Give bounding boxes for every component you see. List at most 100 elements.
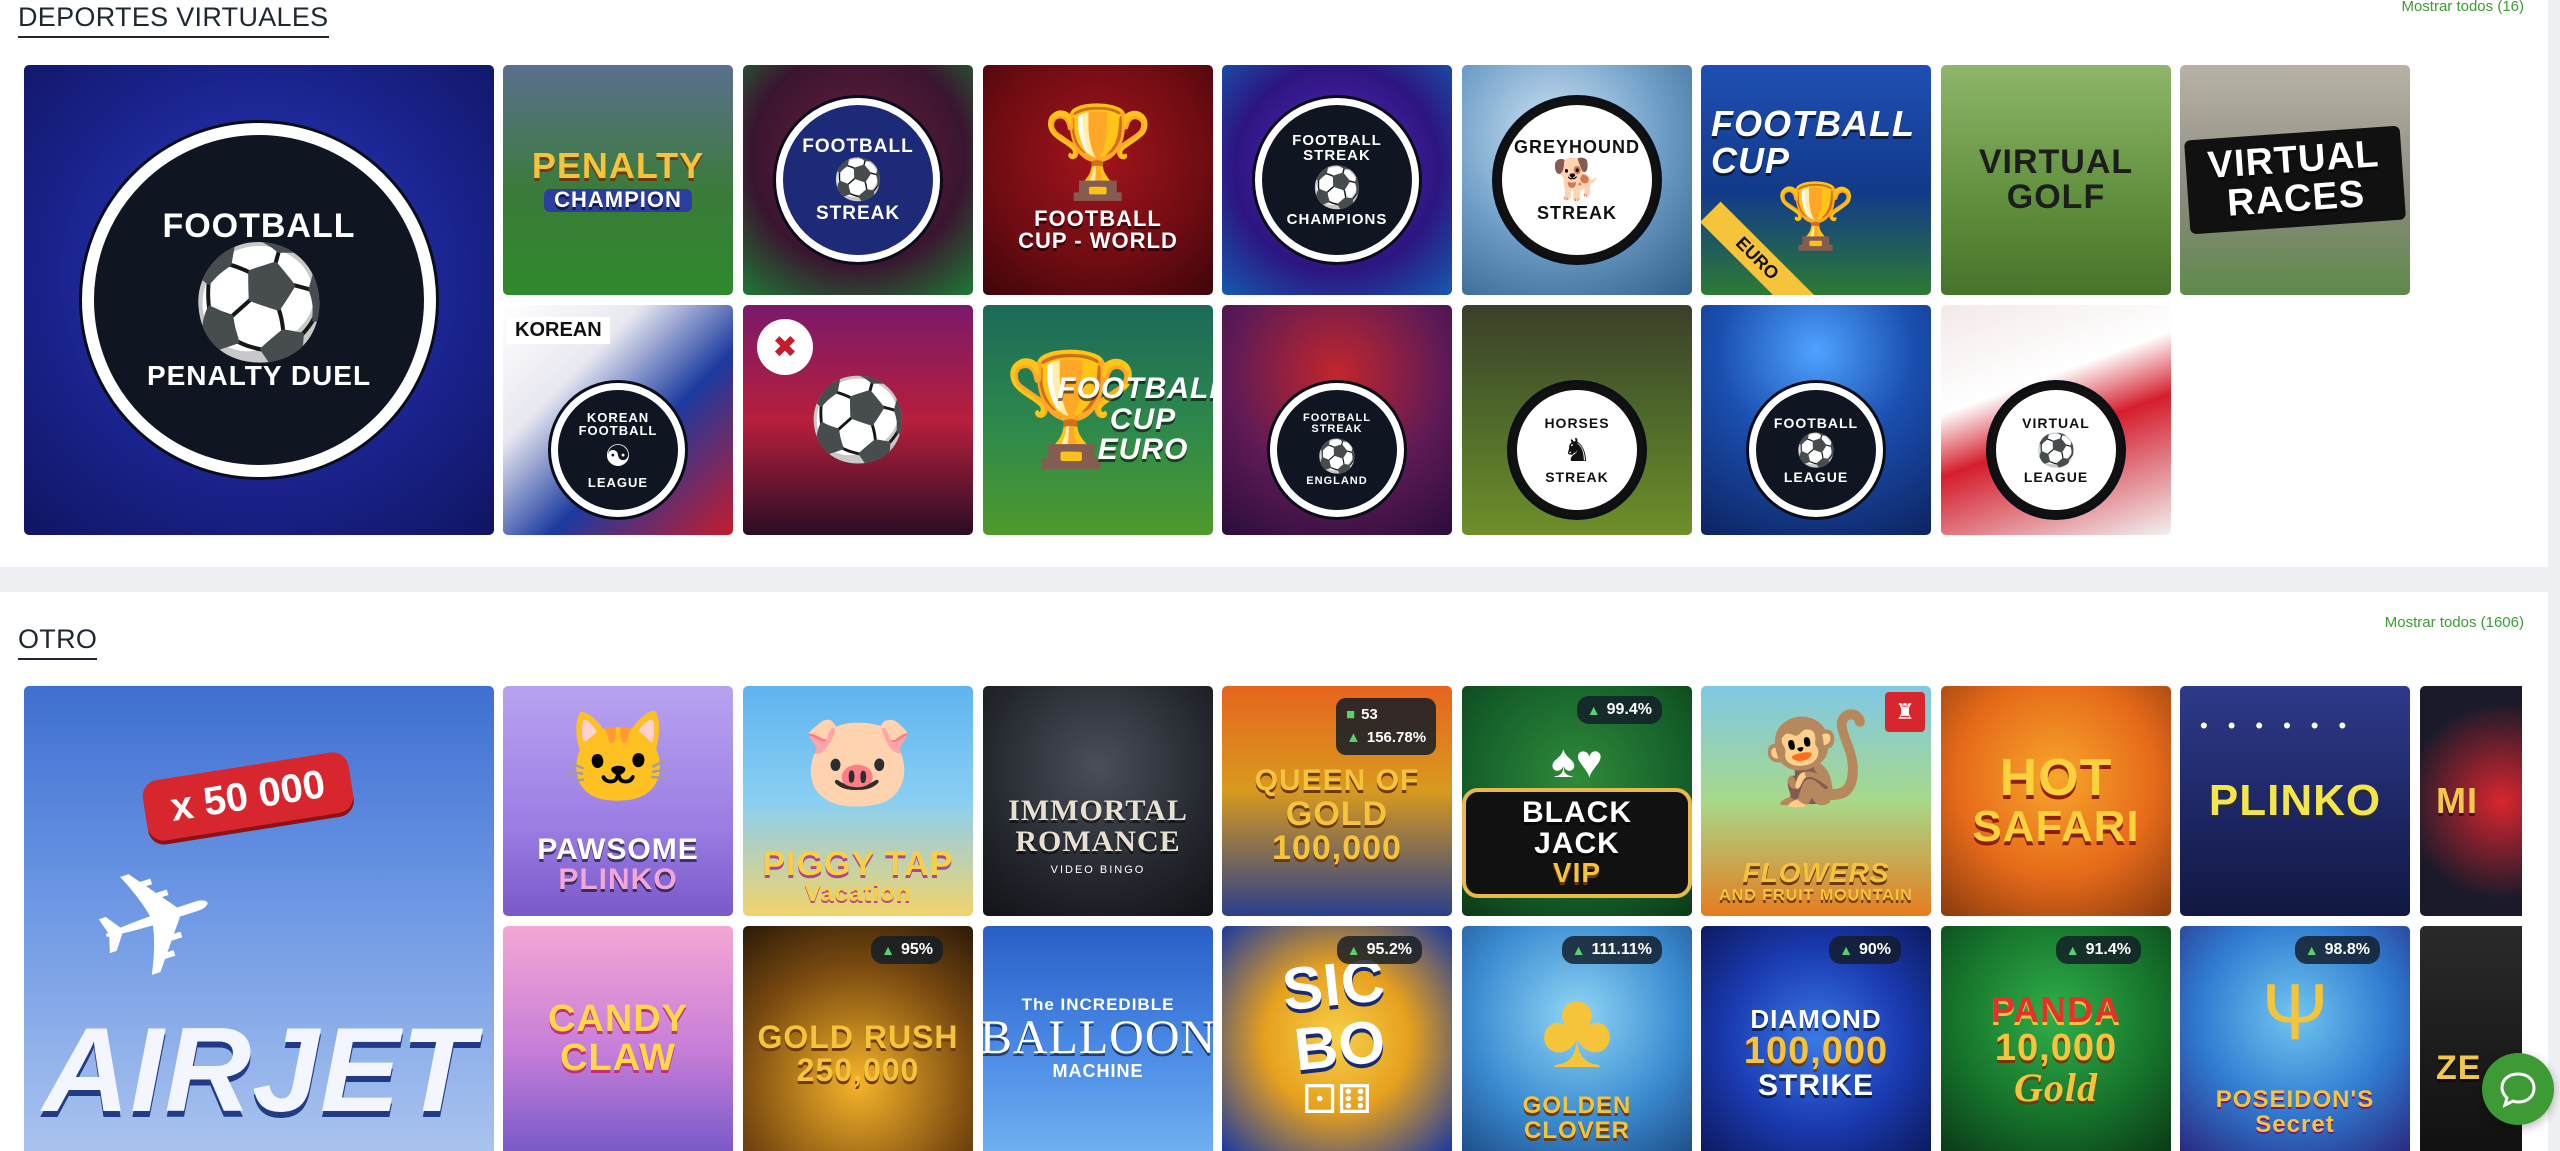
game-tile-korean-football-league[interactable]: KOREAN KOREAN FOOTBALL ☯ LEAGUE xyxy=(503,305,733,535)
players-icon: ■ xyxy=(1346,706,1356,723)
game-subtitle: STREAK xyxy=(1536,203,1617,223)
game-subtitle: VIP xyxy=(1552,857,1602,889)
soccer-ball-icon: ⚽ xyxy=(833,158,883,202)
game-logo: VIRTUAL RACES xyxy=(2184,125,2406,235)
game-subtitle: Secret xyxy=(2255,1110,2335,1138)
game-tile-incredible-balloon-machine[interactable]: The INCREDIBLE BALLOON MACHINE xyxy=(983,926,1213,1151)
game-title: FOOTBALL STREAK xyxy=(1303,412,1371,436)
game-tile-mi-partial[interactable]: MI xyxy=(2420,686,2522,916)
game-title: FOOTBALL xyxy=(1034,205,1162,231)
pig-icon: 🐷 xyxy=(801,711,915,811)
game-title: PENALTY xyxy=(531,145,705,187)
game-logo: KOREAN FOOTBALL ☯ LEAGUE xyxy=(551,383,685,517)
game-tile-greyhound-streak[interactable]: GREYHOUND 🐕 STREAK xyxy=(1462,65,1692,295)
game-tile-gold-rush[interactable]: ▲ 95% GOLD RUSH 250,000 xyxy=(743,926,973,1151)
game-subtitle: STREAK xyxy=(1545,469,1609,485)
game-subtitle: 250,000 xyxy=(796,1051,920,1088)
rtp-badge: ▲ 90% xyxy=(1829,936,1901,964)
game-tile-football-cup-euro-1[interactable]: FOOTBALL CUP 🏆 EURO xyxy=(1701,65,1931,295)
rtp-badge: ▲ 98.8% xyxy=(2294,936,2380,964)
game-tile-sic-bo[interactable]: ▲ 95.2% SIC BO ⚀⚅ xyxy=(1222,926,1452,1151)
rtp-arrow-icon: ▲ xyxy=(2065,942,2080,958)
game-title: DIAMOND xyxy=(1750,1003,1882,1034)
game-tile-queen-of-gold[interactable]: ■ 53 ▲ 156.78% QUEEN OF GOLD 100,000 xyxy=(1222,686,1452,916)
game-tile-poseidons-secret[interactable]: ▲ 98.8% Ψ POSEIDON'S Secret xyxy=(2180,926,2410,1151)
show-all-link[interactable]: Mostrar todos (16) xyxy=(2401,0,2524,15)
game-title: HORSES xyxy=(1544,414,1610,431)
players-count: 53 xyxy=(1361,706,1378,723)
game-subtitle: CUP xyxy=(1711,139,1791,181)
game-tile-diamond-strike[interactable]: ▲ 90% DIAMOND 100,000 STRIKE xyxy=(1701,926,1931,1151)
rtp-arrow-icon: ▲ xyxy=(1346,728,1361,746)
korean-tag: KOREAN xyxy=(507,317,610,344)
rtp-value: 111.11% xyxy=(1591,941,1652,958)
show-all-link[interactable]: Mostrar todos (1606) xyxy=(2385,614,2524,631)
game-title: FOOTBALL STREAK xyxy=(1292,132,1382,165)
game-title: QUEEN OF xyxy=(1254,764,1420,798)
provider-logo-icon: ♜ xyxy=(1885,692,1925,732)
game-title: PIGGY TAP xyxy=(762,844,954,883)
game-subtitle: BALLOON xyxy=(983,1010,1213,1064)
game-tile-virtual-golf[interactable]: VIRTUAL GOLF xyxy=(1941,65,2171,295)
korea-flag-icon: ☯ xyxy=(604,439,632,473)
soccer-ball-icon: ⚽ xyxy=(1317,437,1357,474)
game-amount: 100,000 xyxy=(1272,829,1402,868)
peg-grid-icon: •••••• xyxy=(2200,713,2367,738)
dice-icon: ⚀⚅ xyxy=(1302,1077,1372,1122)
game-logo: FOOTBALL ⚽ PENALTY DUEL xyxy=(82,123,436,477)
chat-button[interactable] xyxy=(2482,1053,2554,1125)
game-title: PANDA xyxy=(1990,989,2122,1031)
game-tile-football-penalty-duel[interactable]: FOOTBALL ⚽ PENALTY DUEL xyxy=(24,65,494,535)
game-tile-virtual-races[interactable]: VIRTUAL RACES xyxy=(2180,65,2410,295)
rtp-value: 90% xyxy=(1858,941,1891,958)
game-caption: MACHINE xyxy=(1052,1061,1144,1082)
game-tile-plinko[interactable]: •••••• PLINKO xyxy=(2180,686,2410,916)
game-title: HOT xyxy=(1999,749,2113,808)
game-subtitle: 100,000 xyxy=(1743,1030,1889,1073)
game-tile-immortal-romance[interactable]: IMMORTAL ROMANCE VIDEO BINGO xyxy=(983,686,1213,916)
section-title: OTRO xyxy=(18,624,98,660)
game-tile-football-stars[interactable]: ✖ ⚽ xyxy=(743,305,973,535)
game-tile-football-cup-euro-2[interactable]: 🏆 FOOTBALL CUP EURO xyxy=(983,305,1213,535)
trophy-icon: 🏆 xyxy=(1041,102,1155,203)
game-tile-airjet[interactable]: x 50 000 ✈ AIRJET xyxy=(24,686,494,1151)
game-tile-candy-claw[interactable]: CANDY CLAW xyxy=(503,926,733,1151)
game-tile-piggy-tap[interactable]: 🐷 PIGGY TAP Vacation xyxy=(743,686,973,916)
game-title: FOOTBALL xyxy=(162,207,356,246)
game-logo: FOOTBALL STREAK ⚽ ENGLAND xyxy=(1270,383,1404,517)
game-subtitle: PENALTY DUEL xyxy=(146,360,372,392)
game-title: VIRTUAL xyxy=(1978,143,2134,182)
rtp-badge: ▲ 95.2% xyxy=(1336,936,1422,964)
game-tile-blackjack-vip[interactable]: ▲ 99.4% ♠♥ BLACK JACK VIP xyxy=(1462,686,1692,916)
game-tile-virtual-league[interactable]: VIRTUAL ⚽ LEAGUE xyxy=(1941,305,2171,535)
game-tile-penalty-champion[interactable]: PENALTY CHAMPION xyxy=(503,65,733,295)
game-tile-football-streak-champions[interactable]: FOOTBALL STREAK ⚽ CHAMPIONS xyxy=(1222,65,1452,295)
game-subtitle: AND FRUIT MOUNTAIN xyxy=(1719,886,1913,904)
rtp-arrow-icon: ▲ xyxy=(1346,942,1361,958)
monkey-king-icon: 🐒 xyxy=(1759,709,1873,809)
game-title: BLACK JACK xyxy=(1522,796,1632,860)
game-title: ZE xyxy=(2436,1049,2482,1088)
game-tile-football-streak[interactable]: FOOTBALL ⚽ STREAK xyxy=(743,65,973,295)
game-title: FOOTBALL xyxy=(1057,372,1213,406)
game-subtitle: ROMANCE xyxy=(1015,825,1181,858)
game-title: POSEIDON'S xyxy=(2215,1086,2375,1114)
game-logo: FOOTBALL ⚽ LEAGUE xyxy=(1749,383,1883,517)
game-tile-flowers-fruit-mountain[interactable]: ♜ 🐒 FLOWERS AND FRUIT MOUNTAIN xyxy=(1701,686,1931,916)
rtp-arrow-icon: ▲ xyxy=(881,942,895,958)
section-other: OTRO Mostrar todos (1606) x 50 000 ✈ AIR… xyxy=(0,592,2548,1151)
game-subtitle: GOLD xyxy=(1285,794,1389,833)
game-tile-pawsome-plinko[interactable]: 🐱 PAWSOME PLINKO xyxy=(503,686,733,916)
game-tile-panda-gold[interactable]: ▲ 91.4% PANDA 10,000 Gold xyxy=(1941,926,2171,1151)
game-tile-football-streak-england[interactable]: FOOTBALL STREAK ⚽ ENGLAND xyxy=(1222,305,1452,535)
game-tile-football-league[interactable]: FOOTBALL ⚽ LEAGUE xyxy=(1701,305,1931,535)
clover-icon: ♣ xyxy=(1540,968,1614,1091)
game-subtitle: ENGLAND xyxy=(1306,474,1368,487)
rtp-arrow-icon: ▲ xyxy=(1571,942,1586,958)
game-title: FOOTBALL xyxy=(1773,414,1859,431)
game-tile-football-cup-world[interactable]: 🏆 FOOTBALL CUP - WORLD xyxy=(983,65,1213,295)
game-tile-hot-safari[interactable]: HOT SAFARI xyxy=(1941,686,2171,916)
game-tile-golden-clover[interactable]: ▲ 111.11% ♣ GOLDEN CLOVER xyxy=(1462,926,1692,1151)
game-logo: GREYHOUND 🐕 STREAK xyxy=(1495,98,1659,262)
game-tile-horses-streak[interactable]: HORSES ♞ STREAK xyxy=(1462,305,1692,535)
